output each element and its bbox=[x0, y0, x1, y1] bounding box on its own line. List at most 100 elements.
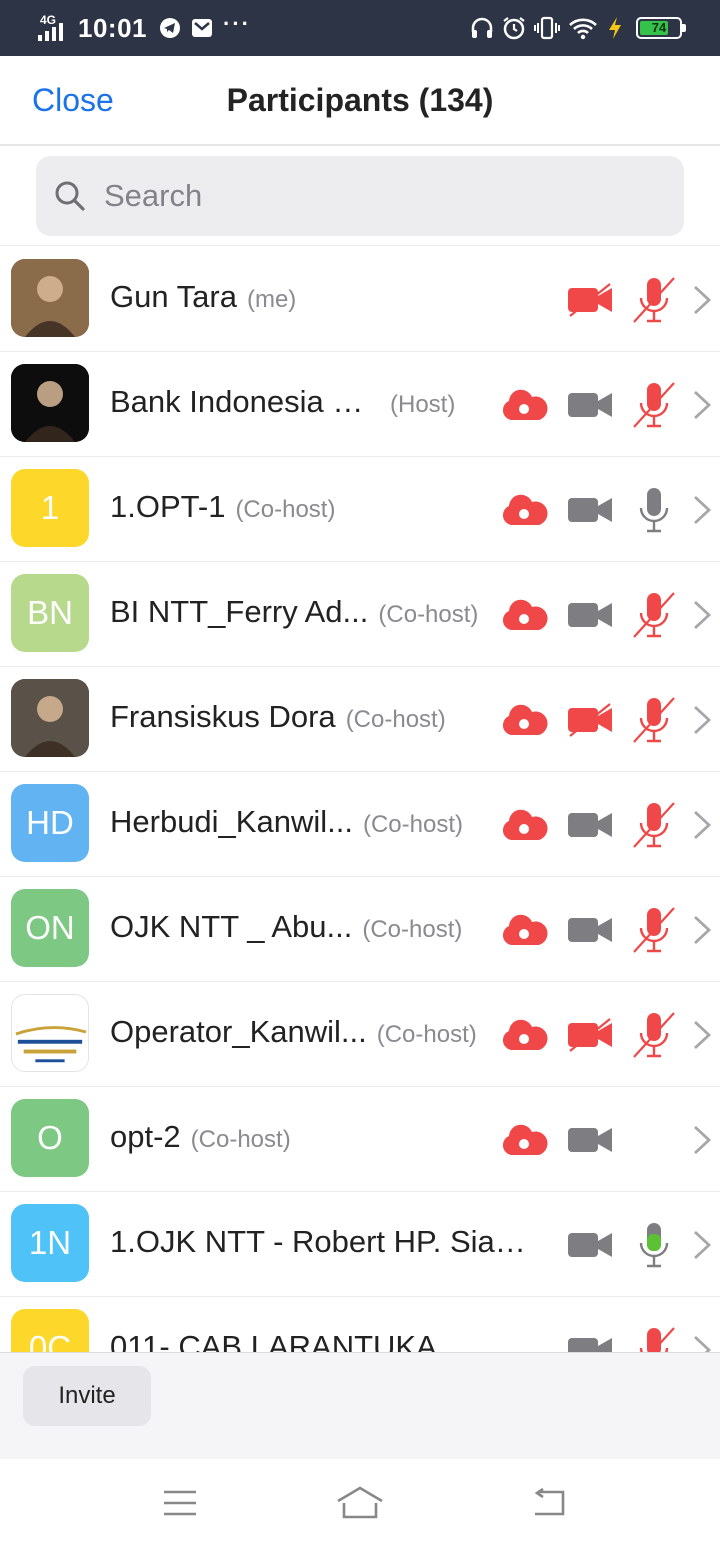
participant-name: 1.OPT-1 bbox=[110, 489, 226, 524]
participant-name-line: 1.OJK NTT - Robert HP. Siani... bbox=[110, 1224, 540, 1264]
cloud-recording-icon bbox=[498, 982, 550, 1087]
chevron-right-icon[interactable] bbox=[688, 1192, 716, 1297]
cloud-recording-icon bbox=[498, 877, 550, 982]
chevron-right-icon[interactable] bbox=[688, 562, 716, 667]
headphones-icon bbox=[470, 16, 494, 40]
participant-row[interactable]: Operator_Kanwil... (Co-host) bbox=[0, 982, 720, 1087]
avatar: BN bbox=[11, 574, 89, 652]
chevron-right-icon[interactable] bbox=[688, 352, 716, 457]
avatar: ON bbox=[11, 889, 89, 967]
microphone-icon bbox=[630, 1192, 678, 1297]
overflow-indicator: ··· bbox=[223, 11, 251, 36]
chevron-right-icon[interactable] bbox=[688, 1087, 716, 1192]
video-camera-icon bbox=[566, 1087, 614, 1192]
participants-header: Close Participants (134) bbox=[0, 56, 720, 146]
menu-icon[interactable] bbox=[150, 1481, 210, 1525]
participant-role: (Co-host) bbox=[362, 811, 463, 838]
home-icon[interactable] bbox=[330, 1481, 390, 1525]
mic-muted-icon bbox=[630, 247, 678, 352]
mic-muted-icon bbox=[630, 877, 678, 982]
chevron-right-icon[interactable] bbox=[688, 457, 716, 562]
participant-name-line: Gun Tara (me) bbox=[110, 279, 296, 319]
search-icon bbox=[54, 180, 86, 217]
participant-row[interactable]: O opt-2 (Co-host) bbox=[0, 1087, 720, 1192]
participant-row[interactable]: 0C 011- CAB LARANTUKA bbox=[0, 1297, 720, 1352]
participant-role: (Host) bbox=[390, 391, 456, 418]
participant-row[interactable]: Fransiskus Dora (Co-host) bbox=[0, 667, 720, 772]
bottom-toolbar: Invite bbox=[0, 1352, 720, 1459]
participant-role: (Co-host) bbox=[190, 1126, 291, 1153]
cloud-recording-icon bbox=[498, 352, 550, 457]
vibrate-icon bbox=[534, 16, 560, 40]
chevron-right-icon[interactable] bbox=[688, 1297, 716, 1352]
participant-name: Herbudi_Kanwil... bbox=[110, 804, 353, 839]
avatar-initials: BN bbox=[27, 594, 73, 631]
mic-muted-icon bbox=[630, 352, 678, 457]
mic-muted-icon bbox=[630, 982, 678, 1087]
participant-name: opt-2 bbox=[110, 1119, 181, 1154]
video-camera-icon bbox=[566, 562, 614, 667]
participant-name-line: 011- CAB LARANTUKA bbox=[110, 1329, 437, 1352]
mail-icon bbox=[191, 17, 213, 39]
invite-button[interactable]: Invite bbox=[23, 1366, 151, 1426]
participant-name: Gun Tara bbox=[110, 279, 237, 314]
participant-name-line: Bank Indonesia KP... (Host) bbox=[110, 384, 455, 424]
search-input[interactable] bbox=[104, 168, 664, 224]
video-camera-icon bbox=[566, 1192, 614, 1297]
chevron-right-icon[interactable] bbox=[688, 982, 716, 1087]
video-off-icon bbox=[566, 247, 614, 352]
participant-row[interactable]: HD Herbudi_Kanwil... (Co-host) bbox=[0, 772, 720, 877]
chevron-right-icon[interactable] bbox=[688, 877, 716, 982]
avatar-photo bbox=[11, 679, 89, 757]
participant-role: (Co-host) bbox=[362, 916, 463, 943]
avatar: O bbox=[11, 1099, 89, 1177]
participant-role: (Co-host) bbox=[378, 601, 479, 628]
signal-icon: 4G bbox=[38, 13, 72, 43]
cloud-recording-icon bbox=[498, 457, 550, 562]
participant-list: Gun Tara (me) Bank Indonesia KP... (Host) 1… bbox=[0, 247, 720, 1352]
participant-name-line: Operator_Kanwil... (Co-host) bbox=[110, 1014, 477, 1054]
participant-row[interactable]: 1N 1.OJK NTT - Robert HP. Siani... bbox=[0, 1192, 720, 1297]
participant-name: 011- CAB LARANTUKA bbox=[110, 1329, 437, 1352]
avatar: 1N bbox=[11, 1204, 89, 1282]
participant-row[interactable]: 1 1.OPT-1 (Co-host) bbox=[0, 457, 720, 562]
mic-muted-icon bbox=[630, 772, 678, 877]
participant-row[interactable]: Gun Tara (me) bbox=[0, 247, 720, 352]
participant-name-line: opt-2 (Co-host) bbox=[110, 1119, 291, 1159]
participant-row[interactable]: BN BI NTT_Ferry Ad... (Co-host) bbox=[0, 562, 720, 667]
video-camera-icon bbox=[566, 457, 614, 562]
microphone-icon bbox=[630, 457, 678, 562]
participant-name: Fransiskus Dora bbox=[110, 699, 336, 734]
video-off-icon bbox=[566, 667, 614, 772]
avatar-initials: ON bbox=[25, 909, 75, 946]
avatar-photo bbox=[11, 364, 89, 442]
mic-muted-icon bbox=[630, 667, 678, 772]
cloud-recording-icon bbox=[498, 667, 550, 772]
avatar: HD bbox=[11, 784, 89, 862]
battery-percent: 74 bbox=[651, 20, 667, 35]
participant-row[interactable]: Bank Indonesia KP... (Host) bbox=[0, 352, 720, 457]
mic-muted-icon bbox=[630, 562, 678, 667]
back-icon[interactable] bbox=[518, 1481, 578, 1525]
video-camera-icon bbox=[566, 877, 614, 982]
page-title: Participants (134) bbox=[226, 82, 494, 118]
participant-name: Bank Indonesia KP... bbox=[110, 384, 380, 419]
chevron-right-icon[interactable] bbox=[688, 247, 716, 352]
participant-role: (me) bbox=[246, 286, 297, 313]
alarm-icon bbox=[502, 16, 526, 40]
avatar-initials: 1 bbox=[40, 489, 60, 526]
avatar-initials: 1N bbox=[28, 1224, 72, 1261]
avatar-photo bbox=[11, 259, 89, 337]
participant-name: Operator_Kanwil... bbox=[110, 1014, 367, 1049]
participant-name: OJK NTT _ Abu... bbox=[110, 909, 353, 944]
chevron-right-icon[interactable] bbox=[688, 772, 716, 877]
search-box[interactable] bbox=[36, 156, 684, 236]
participant-row[interactable]: ON OJK NTT _ Abu... (Co-host) bbox=[0, 877, 720, 982]
chevron-right-icon[interactable] bbox=[688, 667, 716, 772]
telegram-icon bbox=[159, 17, 181, 39]
participant-name-line: 1.OPT-1 (Co-host) bbox=[110, 489, 335, 529]
wifi-icon bbox=[568, 16, 598, 40]
cloud-recording-icon bbox=[498, 772, 550, 877]
participant-role: (Co-host) bbox=[235, 496, 336, 523]
mic-muted-icon bbox=[630, 1297, 678, 1352]
